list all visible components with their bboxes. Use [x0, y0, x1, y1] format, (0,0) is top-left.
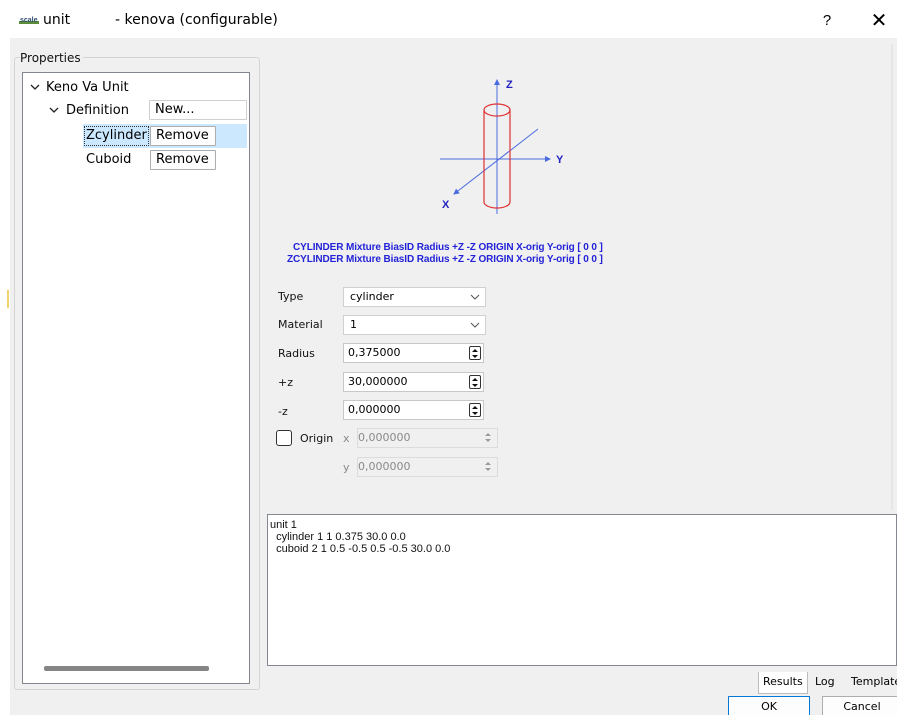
tree-item-cuboid[interactable]: Cuboid — [86, 149, 131, 171]
ok-button[interactable]: OK — [728, 696, 810, 715]
spin-arrows-icon[interactable] — [469, 375, 481, 389]
tab-log[interactable]: Log — [811, 672, 839, 694]
cylinder-diagram: Z Y X — [440, 79, 564, 214]
spin-arrows-icon[interactable] — [469, 403, 481, 417]
minus-z-value: 0,000000 — [348, 403, 401, 416]
chevron-down-icon[interactable] — [29, 77, 41, 99]
results-text-area[interactable]: unit 1 cylinder 1 1 0.375 30.0 0.0 cuboi… — [267, 514, 897, 666]
remove-zcylinder-button[interactable]: Remove — [150, 126, 216, 146]
tab-results[interactable]: Results — [758, 672, 808, 694]
material-label: Material — [278, 318, 323, 331]
material-select-value: 1 — [350, 318, 357, 331]
syntax-line-cylinder: CYLINDER Mixture BiasID Radius +Z -Z ORI… — [293, 242, 603, 253]
axis-z-label: Z — [506, 79, 513, 91]
remove-cuboid-button[interactable]: Remove — [150, 150, 216, 170]
radius-value: 0,375000 — [348, 346, 401, 359]
tree-item-keno-va-unit[interactable]: Keno Va Unit — [46, 77, 129, 99]
plus-z-label: +z — [278, 376, 293, 389]
results-text: unit 1 cylinder 1 1 0.375 30.0 0.0 cuboi… — [270, 519, 451, 555]
axis-y-label: Y — [556, 154, 564, 166]
spin-arrows-icon — [483, 460, 495, 474]
material-select[interactable]: 1 — [343, 315, 486, 335]
tree-horizontal-scrollbar[interactable] — [44, 666, 209, 671]
minus-z-spinbox[interactable]: 0,000000 — [343, 400, 484, 420]
tree-item-zcylinder[interactable]: Zcylinder — [84, 126, 149, 146]
new-button[interactable]: New... — [149, 100, 247, 120]
type-select-value: cylinder — [350, 290, 394, 303]
help-button[interactable]: ? — [816, 10, 838, 32]
properties-label: Properties — [20, 51, 83, 65]
type-label: Type — [278, 290, 304, 303]
syntax-line-zcylinder: ZCYLINDER Mixture BiasID Radius +Z -Z OR… — [287, 254, 603, 265]
origin-x-label: x — [343, 432, 350, 445]
minus-z-label: -z — [278, 405, 288, 418]
origin-x-value: 0,000000 — [358, 431, 411, 444]
radius-label: Radius — [278, 347, 315, 360]
splitter-handle[interactable] — [7, 290, 9, 308]
chevron-down-icon — [470, 316, 480, 341]
origin-y-spinbox[interactable]: 0,000000 — [357, 457, 498, 477]
radius-spinbox[interactable]: 0,375000 — [343, 343, 484, 363]
window-title-app: unit — [43, 12, 71, 28]
title-bar: scale unit - kenova (configurable) ? ✕ — [0, 0, 897, 38]
spin-arrows-icon[interactable] — [469, 346, 481, 360]
tab-template[interactable]: Template — [847, 672, 897, 694]
chevron-down-icon[interactable] — [48, 100, 60, 122]
chevron-down-icon — [470, 288, 480, 313]
plus-z-spinbox[interactable]: 30,000000 — [343, 372, 484, 392]
scale-app-icon: scale — [19, 17, 39, 24]
origin-y-label: y — [343, 461, 350, 474]
cancel-button[interactable]: Cancel — [822, 696, 897, 715]
x-axis — [453, 128, 539, 195]
panel-scrollbar[interactable] — [891, 44, 893, 510]
svg-text:scale: scale — [20, 17, 38, 24]
origin-checkbox[interactable] — [276, 430, 292, 446]
tree-item-definition[interactable]: Definition — [66, 100, 129, 122]
origin-y-value: 0,000000 — [358, 460, 411, 473]
axis-x-label: X — [442, 199, 450, 211]
window-title-file: - kenova (configurable) — [115, 12, 278, 28]
origin-label: Origin — [300, 432, 334, 445]
type-select[interactable]: cylinder — [343, 287, 486, 307]
spin-arrows-icon — [483, 431, 495, 445]
close-button[interactable]: ✕ — [866, 8, 892, 34]
origin-x-spinbox[interactable]: 0,000000 — [357, 428, 498, 448]
plus-z-value: 30,000000 — [348, 375, 408, 388]
